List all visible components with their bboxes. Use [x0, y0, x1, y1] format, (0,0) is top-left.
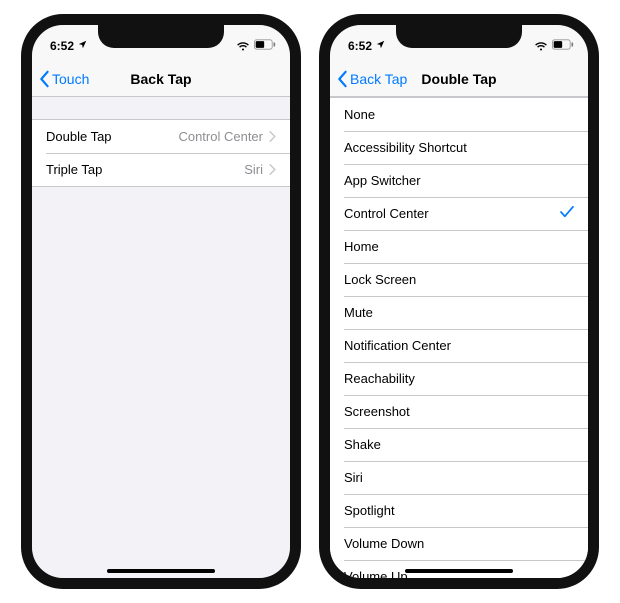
status-time: 6:52 [50, 39, 74, 53]
wifi-icon [534, 41, 548, 51]
option-label: Control Center [344, 206, 429, 221]
option-row[interactable]: None [330, 98, 588, 131]
option-row[interactable]: Accessibility Shortcut [330, 131, 588, 164]
content: None Accessibility Shortcut App Switcher Co… [330, 97, 588, 578]
option-label: Accessibility Shortcut [344, 140, 467, 155]
nav-bar: Back Tap Double Tap [330, 61, 588, 97]
list-item[interactable]: Double Tap Control Center [32, 120, 290, 153]
option-label: Siri [344, 470, 363, 485]
option-row[interactable]: Home [330, 230, 588, 263]
status-left: 6:52 [348, 39, 385, 53]
option-row[interactable]: Mute [330, 296, 588, 329]
phone-right: 6:52 Back Tap Double Tap None Accessibili… [319, 14, 599, 589]
option-row[interactable]: Lock Screen [330, 263, 588, 296]
notch [396, 24, 522, 48]
option-row[interactable]: Screenshot [330, 395, 588, 428]
back-label: Touch [52, 71, 89, 87]
list-item[interactable]: Triple Tap Siri [32, 153, 290, 186]
status-right [534, 39, 574, 53]
nav-bar: Touch Back Tap [32, 61, 290, 97]
location-icon [376, 40, 385, 51]
scroll-area[interactable]: None Accessibility Shortcut App Switcher Co… [330, 97, 588, 578]
status-left: 6:52 [50, 39, 87, 53]
option-label: Home [344, 239, 379, 254]
option-row[interactable]: Siri [330, 461, 588, 494]
row-value: Control Center [178, 129, 276, 144]
option-label: Spotlight [344, 503, 395, 518]
option-label: Notification Center [344, 338, 451, 353]
battery-icon [552, 39, 574, 53]
option-row[interactable]: Reachability [330, 362, 588, 395]
option-label: Shake [344, 437, 381, 452]
chevron-right-icon [269, 131, 276, 142]
option-label: App Switcher [344, 173, 421, 188]
option-label: Lock Screen [344, 272, 416, 287]
options-group: None Accessibility Shortcut App Switcher Co… [330, 97, 588, 578]
option-row[interactable]: Spotlight [330, 494, 588, 527]
option-row[interactable]: Control Center [330, 197, 588, 230]
notch [98, 24, 224, 48]
option-label: Volume Up [344, 569, 408, 578]
option-row[interactable]: App Switcher [330, 164, 588, 197]
option-row[interactable]: Shake [330, 428, 588, 461]
back-button[interactable]: Back Tap [336, 70, 407, 88]
wifi-icon [236, 41, 250, 51]
content: Double Tap Control Center Triple Tap Siri [32, 97, 290, 578]
status-time: 6:52 [348, 39, 372, 53]
row-value: Siri [244, 162, 276, 177]
option-label: Mute [344, 305, 373, 320]
phone-left: 6:52 Touch Back Tap Double Tap Control Ce… [21, 14, 301, 589]
back-button[interactable]: Touch [38, 70, 89, 88]
option-label: Volume Down [344, 536, 424, 551]
option-row[interactable]: Notification Center [330, 329, 588, 362]
checkmark-icon [560, 205, 574, 222]
home-indicator[interactable] [107, 569, 215, 573]
back-label: Back Tap [350, 71, 407, 87]
status-right [236, 39, 276, 53]
option-row[interactable]: Volume Down [330, 527, 588, 560]
option-label: Reachability [344, 371, 415, 386]
row-label: Triple Tap [46, 162, 102, 177]
chevron-right-icon [269, 164, 276, 175]
settings-group: Double Tap Control Center Triple Tap Siri [32, 119, 290, 187]
option-label: None [344, 107, 375, 122]
location-icon [78, 40, 87, 51]
home-indicator[interactable] [405, 569, 513, 573]
option-label: Screenshot [344, 404, 410, 419]
row-label: Double Tap [46, 129, 112, 144]
battery-icon [254, 39, 276, 53]
